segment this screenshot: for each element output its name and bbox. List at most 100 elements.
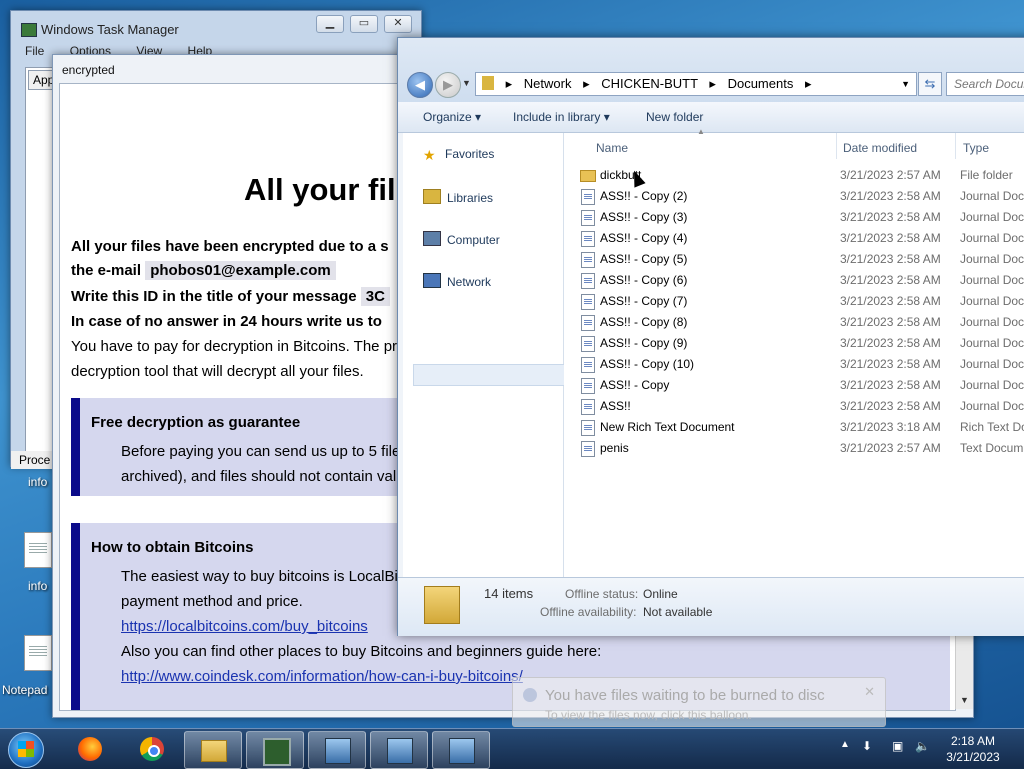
- offline-availability-label: Offline availability:: [540, 605, 637, 619]
- task-manager-title: Windows Task Manager: [41, 22, 179, 37]
- file-row[interactable]: ASS!! - Copy (2) 3/21/2023 2:58 AM Journal…: [576, 186, 1024, 207]
- ransom-id: 3C: [360, 287, 390, 306]
- nav-libraries[interactable]: Libraries: [423, 189, 493, 205]
- column-date-modified[interactable]: Date modified: [843, 141, 917, 155]
- include-in-library-button[interactable]: Include in library ▾: [513, 110, 610, 124]
- box-link: https://localbitcoins.com/buy_bitcoins: [121, 618, 368, 635]
- box-heading: Free decryption as guarantee: [91, 414, 301, 431]
- file-row[interactable]: ASS!! - Copy (3) 3/21/2023 2:58 AM Journal…: [576, 207, 1024, 228]
- file-date: 3/21/2023 2:58 AM: [840, 357, 941, 371]
- file-type: Journal Doc: [960, 399, 1024, 413]
- network-icon: [423, 273, 441, 288]
- minimize-button[interactable]: ▁: [316, 15, 344, 33]
- clock-date: 3/21/2023: [946, 750, 1000, 764]
- box-text: Before paying you can send us up to 5 fi…: [121, 443, 401, 460]
- taskbar-app-2[interactable]: [370, 731, 428, 769]
- address-dropdown-icon[interactable]: ▼: [901, 73, 910, 95]
- document-icon: [581, 399, 595, 415]
- disc-burn-icon[interactable]: ⬇: [862, 739, 872, 753]
- column-type[interactable]: Type: [963, 141, 989, 155]
- file-row[interactable]: ASS!! - Copy (8) 3/21/2023 2:58 AM Journal…: [576, 312, 1024, 333]
- file-name: ASS!! - Copy: [600, 378, 670, 392]
- file-date: 3/21/2023 3:18 AM: [840, 420, 941, 434]
- ransom-id-line: Write this ID in the title of your messa…: [71, 287, 390, 306]
- file-row[interactable]: ASS!! - Copy (6) 3/21/2023 2:58 AM Journal…: [576, 270, 1024, 291]
- clock[interactable]: 2:18 AM 3/21/2023: [930, 733, 1016, 765]
- taskbar-firefox[interactable]: [62, 731, 118, 767]
- file-date: 3/21/2023 2:58 AM: [840, 378, 941, 392]
- desktop-icon-label[interactable]: info: [28, 579, 47, 593]
- taskbar-task-manager[interactable]: [246, 731, 304, 769]
- network-folder-icon: [482, 76, 494, 90]
- scroll-down-icon[interactable]: ▼: [960, 695, 969, 705]
- installer-icon: [325, 738, 351, 764]
- breadcrumb-network[interactable]: Network: [524, 76, 572, 91]
- file-row[interactable]: penis 3/21/2023 2:57 AM Text Docum: [576, 438, 1024, 459]
- explorer-window[interactable]: ◀ ▶ ▼ ▸ Network ▸ CHICKEN-BUTT ▸ Documen…: [397, 37, 1024, 636]
- file-date: 3/21/2023 2:58 AM: [840, 273, 941, 287]
- breadcrumb-documents[interactable]: Documents: [728, 76, 794, 91]
- network-tray-icon[interactable]: ▣: [892, 739, 903, 753]
- document-icon: [581, 378, 595, 394]
- file-row[interactable]: New Rich Text Document 3/21/2023 3:18 AM R…: [576, 417, 1024, 438]
- coindesk-link[interactable]: http://www.coindesk.com/information/how-…: [121, 668, 523, 685]
- search-input[interactable]: Search Docum: [946, 72, 1024, 96]
- menu-file[interactable]: File: [25, 44, 44, 58]
- organize-button[interactable]: Organize ▾: [423, 110, 481, 124]
- task-manager-icon: [263, 738, 291, 766]
- star-icon: ★: [423, 147, 436, 163]
- ransom-email: phobos01@example.com: [145, 261, 336, 280]
- task-manager-app-icon: [21, 23, 37, 37]
- localbitcoins-link[interactable]: https://localbitcoins.com/buy_bitcoins: [121, 618, 368, 635]
- file-row[interactable]: ASS!! - Copy (9) 3/21/2023 2:58 AM Journal…: [576, 333, 1024, 354]
- new-folder-button[interactable]: New folder: [646, 110, 703, 124]
- forward-button[interactable]: ▶: [435, 72, 461, 98]
- file-row[interactable]: ASS!! - Copy (7) 3/21/2023 2:58 AM Journal…: [576, 291, 1024, 312]
- box-text: Also you can find other places to buy Bi…: [121, 643, 602, 660]
- file-date: 3/21/2023 2:57 AM: [840, 168, 941, 182]
- close-button[interactable]: ✕: [384, 15, 412, 33]
- volume-muted-icon[interactable]: 🔈: [915, 739, 930, 753]
- taskbar-app-3[interactable]: [432, 731, 490, 769]
- file-type: Journal Doc: [960, 231, 1024, 245]
- balloon-text: To view the files now, click this balloo…: [545, 708, 752, 722]
- file-row[interactable]: ASS!! - Copy (10) 3/21/2023 2:58 AM Journa…: [576, 354, 1024, 375]
- maximize-button[interactable]: ▭: [350, 15, 378, 33]
- file-row[interactable]: ASS!! - Copy 3/21/2023 2:58 AM Journal Doc: [576, 375, 1024, 396]
- desktop-document-icon[interactable]: [24, 532, 52, 568]
- box-text: payment method and price.: [121, 593, 303, 610]
- column-name[interactable]: Name: [596, 141, 628, 155]
- back-button[interactable]: ◀: [407, 72, 433, 98]
- burn-notification-balloon[interactable]: You have files waiting to be burned to d…: [512, 677, 886, 727]
- nav-computer[interactable]: Computer: [423, 231, 500, 247]
- recent-pages-icon[interactable]: ▼: [462, 78, 471, 88]
- desktop-icon-label[interactable]: Notepad: [2, 683, 47, 697]
- show-hidden-icons-icon[interactable]: ▲: [840, 739, 850, 750]
- address-bar[interactable]: ▸ Network ▸ CHICKEN-BUTT ▸ Documents ▸ ▼: [475, 72, 917, 96]
- taskbar-app-1[interactable]: [308, 731, 366, 769]
- file-row[interactable]: ASS!! - Copy (5) 3/21/2023 2:58 AM Journal…: [576, 249, 1024, 270]
- ransom-heading: All your fil: [244, 172, 396, 207]
- close-icon[interactable]: ✕: [864, 684, 875, 700]
- ransom-email-line: the e-mail phobos01@example.com: [71, 261, 336, 280]
- file-row[interactable]: ASS!! 3/21/2023 2:58 AM Journal Doc: [576, 396, 1024, 417]
- desktop-notepad-icon[interactable]: [24, 635, 52, 671]
- offline-status-value: Online: [643, 587, 678, 601]
- nav-network[interactable]: Network: [423, 273, 491, 289]
- taskbar-explorer[interactable]: [184, 731, 242, 769]
- id-prefix: Write this ID in the title of your messa…: [71, 288, 357, 305]
- file-name: ASS!!: [600, 399, 631, 413]
- desktop-icon-label[interactable]: info: [28, 475, 47, 489]
- file-row[interactable]: ASS!! - Copy (4) 3/21/2023 2:58 AM Journal…: [576, 228, 1024, 249]
- nav-favorites[interactable]: ★ Favorites: [423, 147, 494, 163]
- start-button[interactable]: [8, 732, 44, 768]
- taskbar: ▲ ⬇ ▣ 🔈 2:18 AM 3/21/2023: [0, 728, 1024, 769]
- column-divider[interactable]: [836, 133, 837, 159]
- taskbar-chrome[interactable]: [124, 731, 180, 767]
- column-divider[interactable]: [955, 133, 956, 159]
- breadcrumb-sep: ▸: [709, 76, 716, 91]
- ransom-line-4: In case of no answer in 24 hours write u…: [71, 313, 382, 330]
- refresh-button[interactable]: ⇆: [918, 72, 942, 96]
- document-icon: [581, 420, 595, 436]
- breadcrumb-computer[interactable]: CHICKEN-BUTT: [601, 76, 698, 91]
